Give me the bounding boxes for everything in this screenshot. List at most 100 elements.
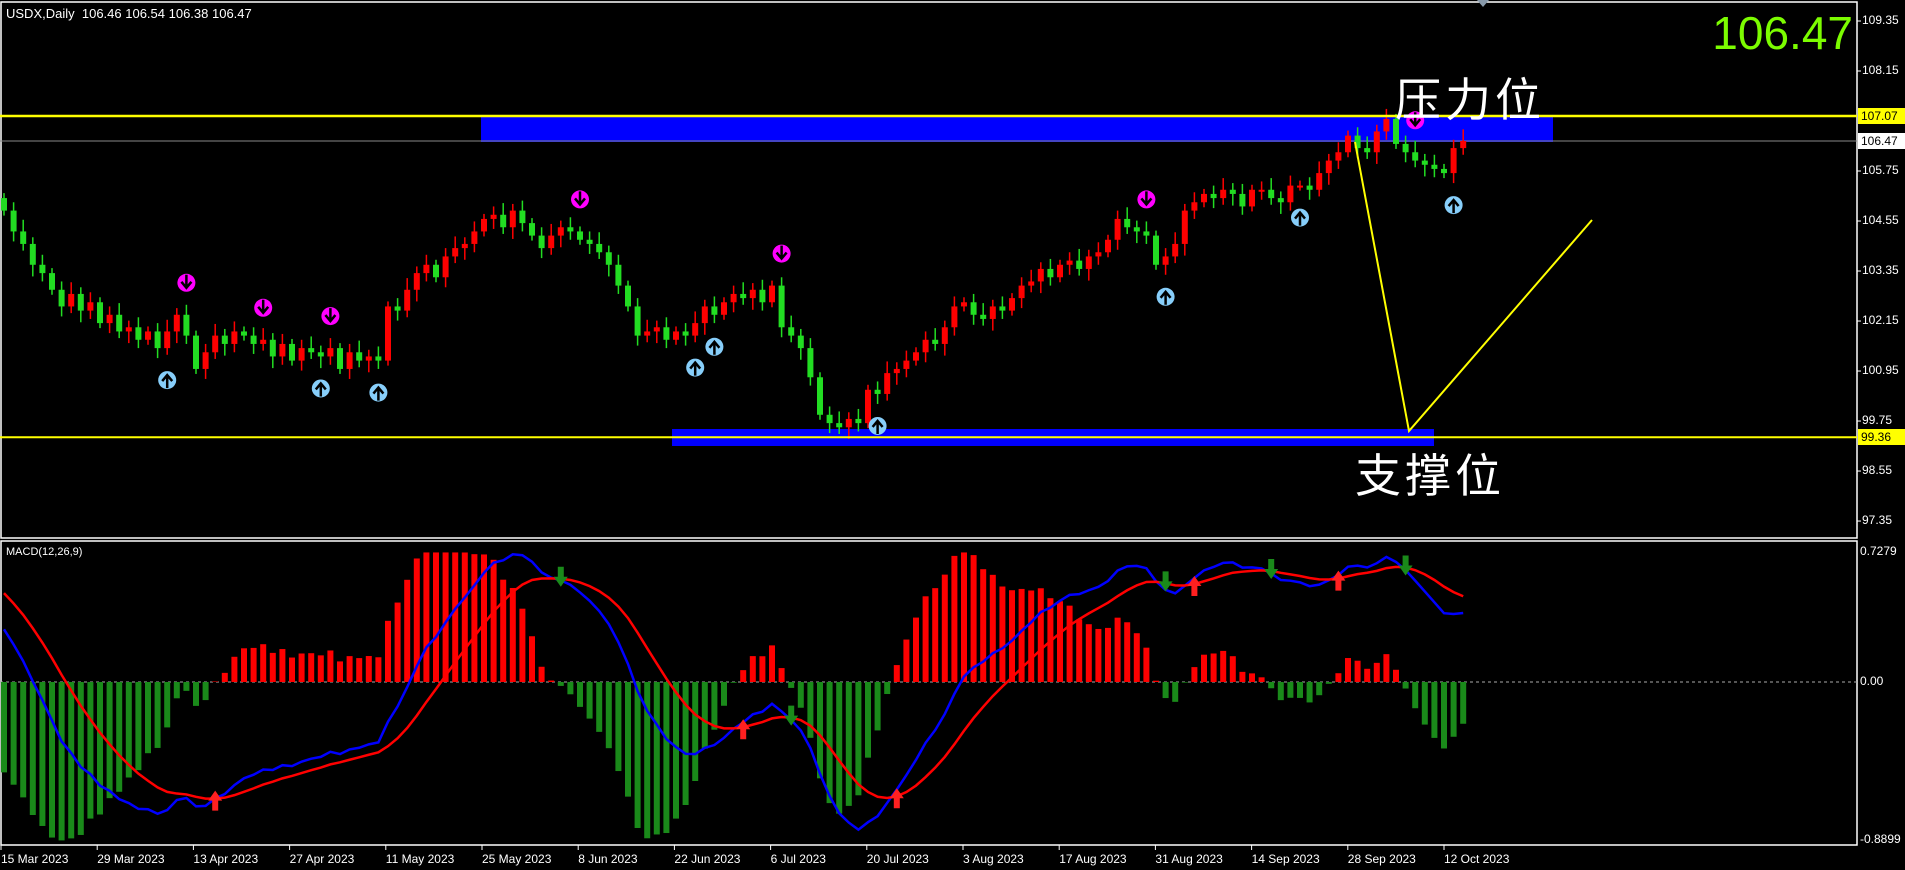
candle [193, 330, 199, 374]
candle-body [212, 335, 219, 353]
candle-body [337, 348, 343, 369]
candle-body [538, 235, 545, 249]
macd-histogram-bar [529, 636, 535, 682]
candle-body [1239, 193, 1246, 207]
candle [893, 362, 900, 385]
candle-body [884, 373, 891, 394]
buy-arrow-icon [868, 416, 887, 435]
candle-body [145, 331, 151, 340]
chart-canvas[interactable] [0, 0, 1905, 870]
macd-histogram-bar [634, 682, 641, 828]
macd-tick-label: 0.7279 [1860, 544, 1897, 559]
macd-histogram-bar [932, 588, 939, 682]
candle-body [1210, 193, 1217, 199]
buy-arrow-icon [311, 379, 330, 398]
candle-body [692, 323, 699, 336]
macd-histogram-bar [500, 579, 507, 682]
candle-body [346, 352, 353, 369]
candle [1431, 154, 1438, 178]
macd-histogram-bar [269, 652, 276, 682]
macd-histogram-bar [893, 665, 900, 682]
macd-histogram-bar [509, 587, 516, 682]
date-tick-label: 22 Jun 2023 [674, 852, 741, 866]
macd-histogram-bar [922, 596, 929, 682]
candle-body [202, 352, 209, 369]
candle-body [308, 348, 315, 353]
macd-histogram-bar [10, 682, 17, 785]
candle [375, 346, 382, 369]
macd-histogram-bar [375, 657, 382, 682]
macd-histogram-bar [1325, 682, 1332, 684]
candle-body [836, 423, 843, 428]
candle [807, 338, 814, 386]
candle [1133, 220, 1140, 244]
candle [231, 321, 238, 353]
candle-body [29, 243, 36, 265]
candle [145, 326, 151, 345]
candle-body [231, 331, 238, 344]
candle [385, 301, 391, 366]
candle [1191, 192, 1198, 219]
macd-cross-up-icon [889, 788, 904, 809]
candle [769, 280, 775, 308]
date-tick-label: 17 Aug 2023 [1059, 852, 1127, 866]
price-panel-frame [0, 1, 1858, 539]
candle-body [740, 293, 747, 299]
ohlc-values: 106.46 106.54 106.38 106.47 [81, 6, 252, 21]
symbol-label: USDX,Daily [6, 6, 75, 21]
macd-histogram-bar [423, 552, 430, 682]
macd-histogram-bar [586, 682, 593, 719]
candle [1114, 210, 1121, 250]
macd-histogram-bar [826, 682, 833, 804]
candle-body [961, 302, 967, 307]
macd-histogram-bar [884, 682, 891, 695]
candle-body [1345, 135, 1351, 153]
candle-body [1162, 256, 1169, 265]
candle-body [500, 214, 507, 228]
macd-histogram-bar [1268, 682, 1275, 689]
candle-body [721, 302, 727, 315]
macd-histogram-bar [913, 617, 919, 682]
macd-histogram-bar [663, 682, 670, 834]
candle-body [298, 348, 305, 361]
macd-histogram-bar [1, 682, 7, 773]
macd-histogram-bar [1057, 601, 1063, 682]
macd-histogram-bar [1345, 658, 1351, 682]
candle-body [10, 210, 17, 232]
date-tick-label: 14 Sep 2023 [1251, 852, 1320, 866]
candle-body [1057, 264, 1063, 278]
candle-body [874, 389, 881, 394]
candle-body [1373, 131, 1380, 153]
candle-body [1364, 148, 1371, 153]
candle-body [279, 343, 286, 357]
candle-body [385, 306, 391, 361]
candle-body [1258, 189, 1265, 192]
macd-histogram-bar [298, 653, 305, 682]
macd-histogram-bar [673, 682, 679, 819]
candle [941, 320, 948, 356]
macd-histogram-bar [1181, 682, 1188, 683]
sell-arrow-icon [1137, 190, 1156, 209]
macd-histogram-bar [1393, 669, 1399, 682]
current-price-tag: 106.47 [1858, 133, 1905, 149]
candle-body [769, 285, 775, 303]
candle-body [1229, 189, 1236, 194]
candle-body [586, 239, 593, 244]
candle [874, 381, 881, 404]
macd-histogram-bar [1364, 668, 1371, 682]
candle [39, 254, 46, 282]
candle-body [461, 243, 468, 249]
candle [1124, 207, 1131, 234]
macd-histogram-bar [836, 682, 843, 814]
candle [817, 372, 823, 420]
macd-histogram-bar [1249, 673, 1255, 682]
candle-body [663, 327, 670, 340]
macd-histogram-bar [1441, 682, 1447, 749]
candle [970, 293, 977, 325]
candle-body [116, 314, 123, 332]
macd-tick-label: 0.00 [1860, 674, 1884, 688]
date-tick-label: 29 Mar 2023 [97, 852, 165, 866]
macd-histogram-bar [903, 639, 910, 682]
candle [202, 343, 209, 379]
candle [1287, 175, 1294, 211]
